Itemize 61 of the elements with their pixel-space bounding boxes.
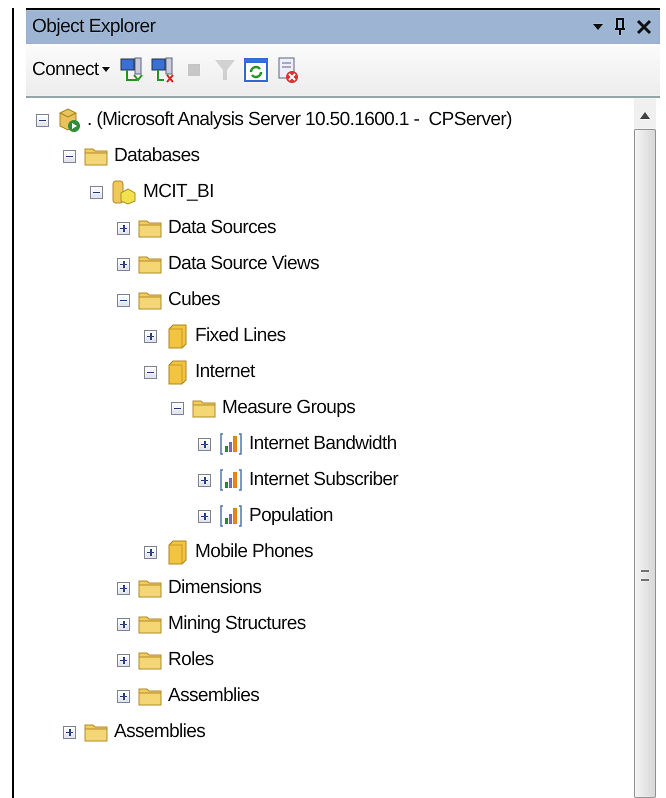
tree-item[interactable]: Internet Bandwidth: [249, 433, 397, 455]
collapse-toggle[interactable]: [171, 402, 184, 414]
expand-toggle[interactable]: [198, 510, 211, 522]
expand-toggle[interactable]: [144, 330, 157, 342]
folder-icon: [138, 650, 162, 670]
tree-item[interactable]: Cubes: [168, 289, 220, 311]
database-icon: [111, 179, 137, 205]
scroll-up-icon[interactable]: [640, 112, 650, 119]
folder-icon: [138, 218, 162, 238]
folder-icon: [192, 398, 216, 418]
bar-chart-icon: [219, 432, 243, 456]
folder-icon: [138, 686, 162, 706]
collapse-toggle[interactable]: [144, 366, 157, 378]
folder-icon: [138, 614, 162, 634]
dropdown-icon[interactable]: [592, 23, 604, 31]
tree-item[interactable]: Internet: [195, 361, 255, 383]
close-icon[interactable]: [636, 19, 652, 35]
folder-icon: [138, 578, 162, 598]
computer-disconnect-icon[interactable]: [150, 56, 176, 84]
tree-item[interactable]: Mining Structures: [168, 613, 306, 635]
collapse-toggle[interactable]: [90, 186, 103, 198]
bar-chart-icon: [219, 468, 243, 492]
collapse-toggle[interactable]: [117, 294, 130, 306]
collapse-toggle[interactable]: [36, 114, 49, 126]
tree-item[interactable]: Population: [249, 505, 333, 527]
tree-item[interactable]: . (Microsoft Analysis Server 10.50.1600.1 - CPServer): [87, 109, 512, 131]
expand-toggle[interactable]: [117, 690, 130, 702]
tree-item[interactable]: Data Source Views: [168, 253, 320, 275]
expand-toggle[interactable]: [63, 726, 76, 738]
folder-icon: [84, 722, 108, 742]
collapse-toggle[interactable]: [63, 150, 76, 162]
tree-item[interactable]: Fixed Lines: [195, 325, 286, 347]
expand-toggle[interactable]: [117, 654, 130, 666]
tree-item[interactable]: Assemblies: [168, 685, 260, 707]
refresh-icon[interactable]: [242, 56, 269, 84]
tree-item[interactable]: Dimensions: [168, 577, 262, 599]
tree-item[interactable]: Data Sources: [168, 217, 276, 239]
folder-icon: [138, 290, 162, 310]
panel-title: Object Explorer: [32, 16, 156, 38]
tree-item[interactable]: Roles: [168, 649, 214, 671]
bar-chart-icon: [219, 504, 243, 528]
expand-toggle[interactable]: [117, 258, 130, 270]
tree-item[interactable]: Databases: [114, 145, 200, 167]
tree-item[interactable]: MCIT_BI: [143, 181, 214, 203]
folder-icon: [84, 146, 108, 166]
expand-toggle[interactable]: [198, 438, 211, 450]
expand-toggle[interactable]: [117, 582, 130, 594]
connect-button[interactable]: Connect: [32, 59, 114, 81]
pin-icon[interactable]: [614, 18, 626, 36]
expand-toggle[interactable]: [117, 618, 130, 630]
tree-item[interactable]: Assemblies: [114, 721, 206, 743]
caret-icon: [102, 67, 110, 73]
folder-icon: [138, 254, 162, 274]
expand-toggle[interactable]: [144, 546, 157, 558]
tree-item[interactable]: Internet Subscriber: [249, 469, 398, 491]
tree-item[interactable]: Measure Groups: [222, 397, 356, 419]
expand-toggle[interactable]: [198, 474, 211, 486]
server-icon: [57, 107, 81, 133]
expand-toggle[interactable]: [117, 222, 130, 234]
computer-connect-icon[interactable]: [118, 56, 145, 84]
tree-item[interactable]: Mobile Phones: [195, 541, 313, 563]
